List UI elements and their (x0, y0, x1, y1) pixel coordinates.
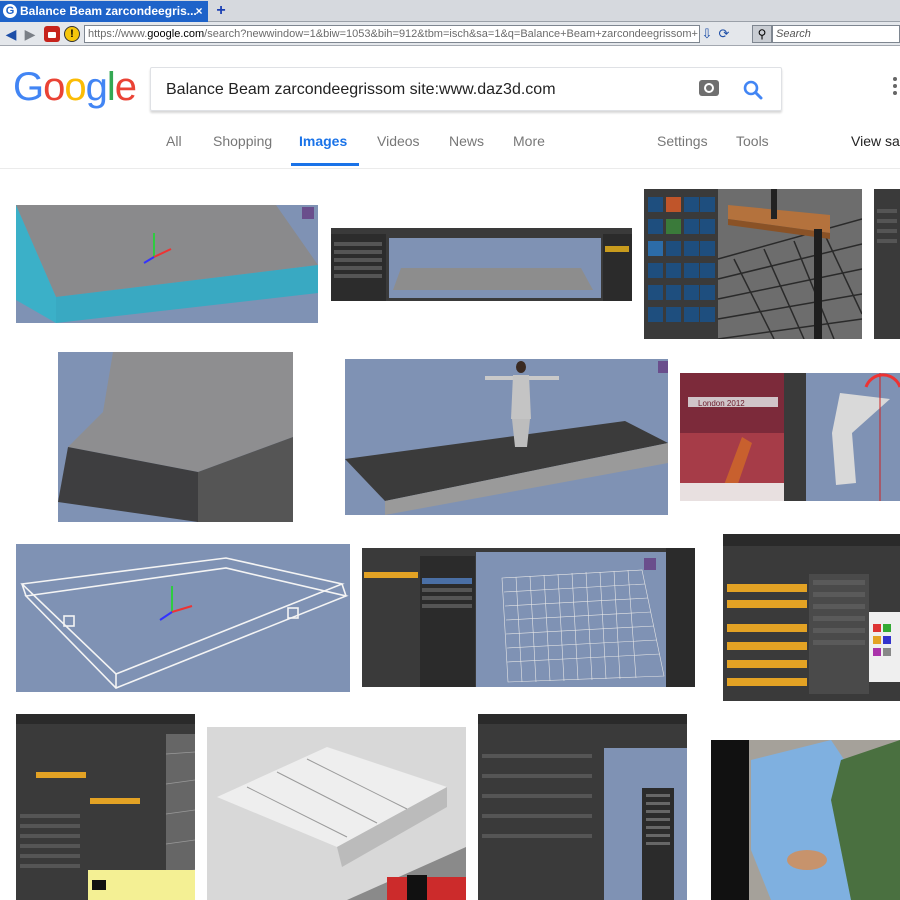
tab-videos[interactable]: Videos (377, 133, 420, 149)
google-favicon-icon: G (3, 4, 17, 18)
image-result-2[interactable] (331, 228, 632, 301)
olympic-banner-text: London 2012 (698, 399, 745, 408)
tab-tools[interactable]: Tools (736, 133, 769, 149)
logo-letter: e (114, 65, 137, 109)
image-result-8[interactable] (16, 544, 350, 692)
navigation-toolbar: ◀ ▶ ! https://www.google.com/search?neww… (0, 22, 900, 46)
browser-tab[interactable]: G Balance Beam zarcondeegris... × (0, 1, 208, 22)
logo-letter: G (13, 65, 44, 109)
tab-shopping[interactable]: Shopping (213, 133, 272, 149)
forward-arrow-icon[interactable]: ▶ (21, 25, 39, 43)
image-result-10[interactable] (723, 534, 900, 701)
image-result-13[interactable] (478, 714, 687, 900)
logo-letter: l (106, 65, 116, 109)
tab-settings[interactable]: Settings (657, 133, 708, 149)
logo-letter: o (64, 65, 86, 109)
logo-letter: o (43, 65, 65, 109)
logo-letter: g (85, 65, 108, 109)
search-box[interactable]: Balance Beam zarcondeegrissom site:www.d… (150, 67, 782, 111)
download-arrow-icon[interactable]: ⇩ (700, 26, 714, 42)
browser-tab-bar: G Balance Beam zarcondeegris... × + (0, 0, 900, 22)
browser-tab-title: Balance Beam zarcondeegris... (20, 4, 197, 18)
back-arrow-icon[interactable]: ◀ (2, 25, 20, 43)
search-icon[interactable] (741, 78, 765, 102)
image-result-12[interactable] (207, 727, 466, 900)
camera-icon[interactable] (699, 80, 719, 96)
image-result-4[interactable] (874, 189, 900, 339)
tab-close-icon[interactable]: × (192, 1, 206, 22)
address-bar[interactable]: https://www.google.com/search?newwindow=… (84, 25, 700, 43)
google-logo[interactable]: Google (13, 65, 137, 110)
tab-news[interactable]: News (449, 133, 484, 149)
view-saved-link[interactable]: View sav (851, 133, 900, 149)
apps-menu-icon[interactable] (893, 77, 900, 97)
blocked-lock-icon[interactable] (44, 26, 60, 42)
tab-all[interactable]: All (166, 133, 182, 149)
image-result-14[interactable] (711, 740, 900, 900)
browser-search-icon[interactable]: ⚲ (752, 25, 772, 43)
warning-icon[interactable]: ! (64, 26, 80, 42)
tab-more[interactable]: More (513, 133, 545, 149)
google-header: Google Balance Beam zarcondeegrissom sit… (0, 47, 900, 169)
image-result-11[interactable] (16, 714, 195, 900)
image-result-6[interactable] (345, 359, 668, 515)
browser-search-input[interactable]: Search (772, 25, 900, 43)
tab-images[interactable]: Images (299, 133, 347, 149)
active-tab-underline (291, 163, 359, 166)
reload-icon[interactable]: ⟳ (716, 26, 732, 42)
image-result-7[interactable]: London 2012 (680, 373, 900, 501)
image-result-3[interactable] (644, 189, 862, 339)
image-result-1[interactable] (16, 205, 318, 323)
image-result-5[interactable] (58, 352, 293, 522)
new-tab-button[interactable]: + (212, 2, 230, 20)
image-result-9[interactable] (362, 548, 695, 687)
search-query-input[interactable]: Balance Beam zarcondeegrissom site:www.d… (166, 68, 556, 112)
